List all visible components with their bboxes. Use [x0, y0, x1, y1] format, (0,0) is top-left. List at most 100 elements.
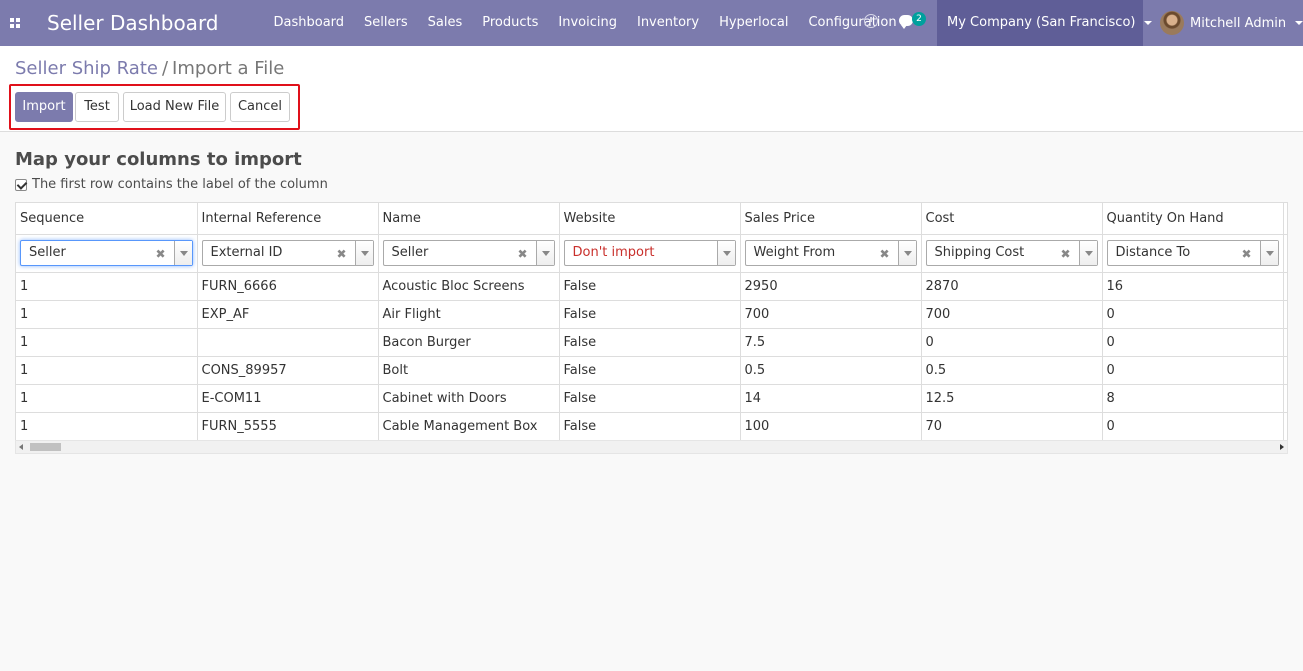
breadcrumb-parent-link[interactable]: Seller Ship Rate: [15, 58, 158, 79]
table-cell: 1: [16, 300, 198, 329]
scroll-left-icon[interactable]: [19, 444, 23, 450]
table-row: 1 CONS_89957 Bolt False 0.5 0.5 0: [16, 356, 1287, 385]
first-row-label-text: The first row contains the label of the …: [32, 177, 328, 192]
field-mapping-select[interactable]: Shipping Cost ✖: [925, 240, 1098, 267]
clear-icon[interactable]: ✖: [879, 241, 889, 267]
table-row: 1 Bacon Burger False 7.5 0 0: [16, 328, 1287, 357]
dropdown-arrow-icon[interactable]: [173, 241, 192, 265]
table-cell: 14: [740, 384, 922, 413]
clear-icon[interactable]: ✖: [1241, 241, 1251, 267]
table-cell: False: [559, 272, 741, 301]
scrollbar-thumb[interactable]: [30, 443, 61, 451]
scroll-right-icon[interactable]: [1280, 444, 1284, 450]
table-cell: 2950: [740, 272, 922, 301]
table-cell: [197, 328, 379, 357]
table-cell: False: [559, 300, 741, 329]
column-header: Sales Price: [740, 203, 922, 235]
clear-icon[interactable]: ✖: [1060, 241, 1070, 267]
table-cell: 1: [16, 272, 198, 301]
column-header: Sequence: [16, 203, 198, 235]
table-cell: Bacon Burger: [378, 328, 560, 357]
breadcrumb: Seller Ship Rate / Import a File: [15, 58, 284, 79]
menu-item-inventory[interactable]: Inventory: [627, 0, 709, 46]
table-cell: CONS_89957: [197, 356, 379, 385]
table-cell: 700: [921, 300, 1103, 329]
apps-menu-icon[interactable]: [0, 0, 30, 46]
table-cell: 8: [1102, 384, 1284, 413]
dropdown-arrow-icon[interactable]: [354, 241, 373, 265]
table-cell: 0: [921, 328, 1103, 357]
user-menu[interactable]: Mitchell Admin: [1160, 0, 1303, 46]
top-navbar: Seller Dashboard Dashboard Sellers Sales…: [0, 0, 1303, 46]
column-header: Website: [559, 203, 741, 235]
dropdown-arrow-icon[interactable]: [716, 241, 735, 265]
first-row-label-checkbox[interactable]: [15, 178, 27, 191]
avatar: [1160, 11, 1184, 35]
chat-icon[interactable]: [899, 15, 913, 29]
cancel-button[interactable]: Cancel: [230, 92, 290, 122]
table-row: 1 EXP_AF Air Flight False 700 700 0: [16, 300, 1287, 329]
table-cell: 16: [1102, 272, 1284, 301]
load-new-file-button[interactable]: Load New File: [123, 92, 226, 122]
column-header-overflow: [1283, 203, 1287, 235]
activity-clock-icon[interactable]: [864, 14, 878, 28]
clear-icon[interactable]: ✖: [155, 241, 165, 267]
table-cell: 1: [16, 356, 198, 385]
table-cell: 0.5: [740, 356, 922, 385]
field-mapping-select[interactable]: External ID ✖: [201, 240, 374, 267]
table-cell: 700: [740, 300, 922, 329]
column-header: Name: [378, 203, 560, 235]
test-button[interactable]: Test: [75, 92, 119, 122]
table-cell: 70: [921, 412, 1103, 440]
clear-icon[interactable]: ✖: [336, 241, 346, 267]
menu-item-sellers[interactable]: Sellers: [354, 0, 418, 46]
dropdown-arrow-icon[interactable]: [535, 241, 554, 265]
field-mapping-select[interactable]: Don't import: [563, 240, 736, 266]
menu-item-dashboard[interactable]: Dashboard: [264, 0, 355, 46]
column-header: Internal Reference: [197, 203, 379, 235]
field-mapping-select[interactable]: Weight From ✖: [744, 240, 917, 267]
table-cell: E-COM11: [197, 384, 379, 413]
import-button[interactable]: Import: [15, 92, 73, 122]
field-mapping-select[interactable]: Seller ✖: [382, 240, 555, 267]
table-cell: 1: [16, 328, 198, 357]
company-switcher[interactable]: My Company (San Francisco): [937, 0, 1153, 46]
table-cell-overflow: [1283, 300, 1287, 329]
dropdown-arrow-icon[interactable]: [897, 241, 916, 265]
field-mapping-select[interactable]: Distance To ✖: [1106, 240, 1279, 267]
table-cell: 1: [16, 384, 198, 413]
main-menu: Dashboard Sellers Sales Products Invoici…: [264, 0, 907, 46]
menu-item-sales[interactable]: Sales: [418, 0, 473, 46]
table-cell: 0: [1102, 412, 1284, 440]
table-cell: False: [559, 384, 741, 413]
menu-item-configuration[interactable]: Configuration: [798, 0, 906, 46]
dropdown-arrow-icon[interactable]: [1259, 241, 1278, 265]
table-cell: Bolt: [378, 356, 560, 385]
control-panel: Seller Ship Rate / Import a File Import Te…: [0, 46, 1303, 132]
table-cell: False: [559, 356, 741, 385]
clear-icon[interactable]: ✖: [517, 241, 527, 267]
table-cell-overflow: [1283, 356, 1287, 385]
table-cell: FURN_6666: [197, 272, 379, 301]
table-cell: Cable Management Box: [378, 412, 560, 440]
user-name: Mitchell Admin: [1190, 15, 1287, 31]
table-cell: False: [559, 328, 741, 357]
table-cell-overflow: [1283, 272, 1287, 301]
breadcrumb-current: Import a File: [172, 58, 285, 79]
table-cell: FURN_5555: [197, 412, 379, 440]
dropdown-arrow-icon[interactable]: [1078, 241, 1097, 265]
table-row: 1 FURN_6666 Acoustic Bloc Screens False …: [16, 272, 1287, 301]
table-cell: 0: [1102, 356, 1284, 385]
field-mapping-select[interactable]: Seller ✖: [20, 240, 193, 266]
menu-item-invoicing[interactable]: Invoicing: [548, 0, 627, 46]
field-mapping-select-overflow[interactable]: [1288, 240, 1289, 266]
table-cell: 7.5: [740, 328, 922, 357]
table-cell: Acoustic Bloc Screens: [378, 272, 560, 301]
import-preview-table[interactable]: Sequence Internal Reference Name Website…: [15, 202, 1288, 440]
menu-item-products[interactable]: Products: [472, 0, 548, 46]
horizontal-scrollbar[interactable]: [15, 440, 1288, 454]
table-cell: False: [559, 412, 741, 440]
company-name: My Company (San Francisco): [947, 15, 1136, 30]
table-row: 1 E-COM11 Cabinet with Doors False 14 12…: [16, 384, 1287, 413]
menu-item-hyperlocal[interactable]: Hyperlocal: [709, 0, 798, 46]
